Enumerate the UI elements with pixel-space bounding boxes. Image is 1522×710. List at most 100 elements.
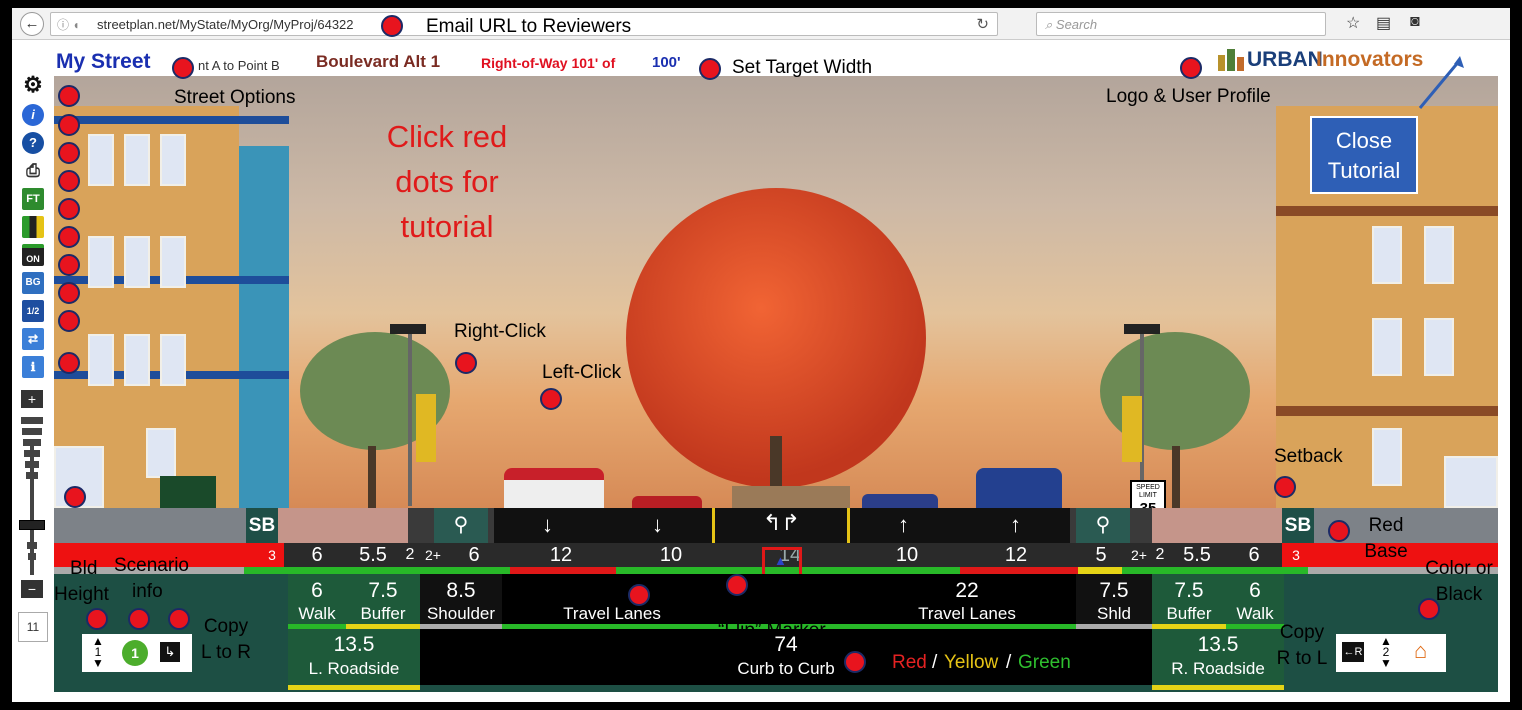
copy-r-to-l-icon[interactable]: ←R <box>1342 642 1364 662</box>
left-setback[interactable] <box>54 508 246 543</box>
back-arrow-icon[interactable]: ← <box>20 12 44 36</box>
lane-width[interactable]: 10 <box>858 543 956 567</box>
speed-limit-sign[interactable]: SPEED LIMIT 35 <box>1130 480 1166 508</box>
right-travel-lanes[interactable]: ↑ ↑ <box>850 508 1070 543</box>
lane-width[interactable]: 2 <box>1152 543 1168 567</box>
lane-width[interactable]: 5 <box>1076 543 1126 567</box>
red-base-number-left[interactable]: 3 <box>260 543 284 567</box>
reload-icon[interactable]: ↻ <box>976 15 989 33</box>
tutorial-dot-logo[interactable] <box>1180 57 1202 79</box>
left-sidewalk[interactable] <box>278 508 408 543</box>
logo-text-urban[interactable]: URBAN <box>1247 48 1323 72</box>
ft-button[interactable]: FT <box>22 188 44 210</box>
tutorial-dot-scenario[interactable] <box>128 608 150 630</box>
zoom-out-button[interactable]: − <box>21 580 43 598</box>
tutorial-dot[interactable] <box>58 282 80 304</box>
target-width[interactable]: 100' <box>652 54 681 71</box>
group-shoulder-left[interactable]: 8.5 Shoulder <box>420 574 502 624</box>
bike-lane-icon-right[interactable]: ⚲ <box>1076 508 1130 543</box>
reader-icon[interactable]: ▤ <box>1376 13 1391 33</box>
zoom-step[interactable] <box>24 450 40 457</box>
tutorial-dot-street-options[interactable] <box>172 57 194 79</box>
pocket-icon[interactable]: ◙ <box>1410 13 1420 31</box>
tutorial-dot-right-click[interactable] <box>455 352 477 374</box>
zoom-step[interactable] <box>27 542 37 549</box>
tutorial-dot-labels[interactable] <box>628 584 650 606</box>
tutorial-dot-copy[interactable] <box>168 608 190 630</box>
zoom-slider-handle[interactable] <box>19 520 45 530</box>
tutorial-dot[interactable] <box>58 226 80 248</box>
lane-width[interactable]: 2+ <box>420 543 446 567</box>
tutorial-dot-red-base[interactable] <box>1328 520 1350 542</box>
group-travel-lanes-right[interactable]: 22 Travel Lanes <box>858 574 1076 624</box>
lane-width[interactable]: 10 <box>620 543 722 567</box>
group-shoulder-right[interactable]: 7.5 Shld <box>1076 574 1152 624</box>
zoom-step[interactable] <box>28 553 36 560</box>
tutorial-dot-color[interactable] <box>1418 598 1440 620</box>
lane-width[interactable]: 6 <box>288 543 346 567</box>
flip-marker-icon[interactable]: ▲ <box>774 553 787 568</box>
zoom-step[interactable] <box>23 439 41 446</box>
group-buffer-left[interactable]: 7.5 Buffer <box>346 574 420 624</box>
zoom-in-button[interactable]: + <box>21 390 43 408</box>
labels-on-button[interactable]: ON <box>22 244 44 266</box>
tutorial-dot[interactable] <box>58 114 80 136</box>
tutorial-dot-status[interactable] <box>844 651 866 673</box>
zoom-step[interactable] <box>21 417 43 424</box>
info-panel-icon[interactable]: ℹ <box>22 356 44 378</box>
tutorial-dot-height[interactable] <box>86 608 108 630</box>
red-base-number-right[interactable]: 3 <box>1282 543 1310 567</box>
bike-lane-icon-left[interactable]: ⚲ <box>434 508 488 543</box>
scenario-info-button[interactable]: 1 <box>122 640 148 666</box>
sb-marker-right[interactable]: SB <box>1282 508 1314 543</box>
sb-marker-left[interactable]: SB <box>246 508 278 543</box>
street-illustration[interactable]: SPEED LIMIT 35 <box>54 76 1498 508</box>
url-text[interactable]: streetplan.net/MyState/MyOrg/MyProj/6432… <box>97 17 354 32</box>
scenario-name[interactable]: Boulevard Alt 1 <box>316 52 440 72</box>
help-icon[interactable]: ? <box>22 132 44 154</box>
site-info-icon[interactable]: ⓘ ◖ <box>57 16 80 33</box>
tutorial-dot[interactable] <box>58 310 80 332</box>
tutorial-dot-email[interactable] <box>381 15 403 37</box>
zoom-value[interactable]: 11 <box>18 612 48 642</box>
right-sidewalk[interactable] <box>1152 508 1282 543</box>
search-input[interactable]: ⌕ Search <box>1036 12 1326 36</box>
gear-icon[interactable]: ⚙ <box>22 74 44 96</box>
bookmark-star-icon[interactable]: ☆ <box>1346 13 1360 33</box>
tutorial-dot-setback[interactable] <box>1274 476 1296 498</box>
road-surface-bar[interactable]: SB ⚲ ↓ ↓ ↰↱ ↑ ↑ ⚲ SB <box>54 508 1498 543</box>
lane-width[interactable]: 12 <box>956 543 1076 567</box>
background-button[interactable]: BG <box>22 272 44 294</box>
print-icon[interactable]: ⎙ <box>22 160 44 182</box>
jeep[interactable] <box>632 496 702 508</box>
group-walk-right[interactable]: 6 Walk <box>1226 574 1284 624</box>
lane-width[interactable]: 2+ <box>1126 543 1152 567</box>
zoom-step[interactable] <box>22 428 42 435</box>
group-walk-left[interactable]: 6 Walk <box>288 574 346 624</box>
lane-width[interactable]: 2 <box>400 543 420 567</box>
bus-left[interactable] <box>504 468 604 508</box>
home-icon[interactable]: ⌂ <box>1414 638 1427 664</box>
logo-icon[interactable] <box>1216 47 1246 71</box>
tutorial-dot[interactable] <box>58 142 80 164</box>
tutorial-dot-target[interactable] <box>699 58 721 80</box>
height-stepper-icon[interactable]: ▲ 1 ▼ <box>86 635 110 669</box>
left-travel-lanes[interactable]: ↓ ↓ <box>494 508 712 543</box>
height-stepper-icon-right[interactable]: ▲ 2 ▼ <box>1374 635 1398 669</box>
lane-width[interactable]: 6 <box>446 543 502 567</box>
tutorial-dot-left-click[interactable] <box>540 388 562 410</box>
tutorial-dot[interactable] <box>58 254 80 276</box>
lane-width[interactable]: 5.5 <box>346 543 400 567</box>
zoom-step[interactable] <box>26 472 38 479</box>
lane-width[interactable]: 6 <box>1226 543 1282 567</box>
tutorial-dot-bld[interactable] <box>64 486 86 508</box>
info-icon[interactable]: i <box>22 104 44 126</box>
swap-icon[interactable]: ⇄ <box>22 328 44 350</box>
right-roadside[interactable]: 13.5 R. Roadside <box>1152 629 1284 685</box>
tutorial-dot[interactable] <box>58 85 80 107</box>
street-name[interactable]: My Street <box>56 50 151 74</box>
copy-l-to-r-icon[interactable]: ↳ <box>160 642 180 662</box>
tutorial-dot[interactable] <box>58 198 80 220</box>
group-buffer-right[interactable]: 7.5 Buffer <box>1152 574 1226 624</box>
logo-text-innovators[interactable]: Innovators <box>1316 48 1423 72</box>
